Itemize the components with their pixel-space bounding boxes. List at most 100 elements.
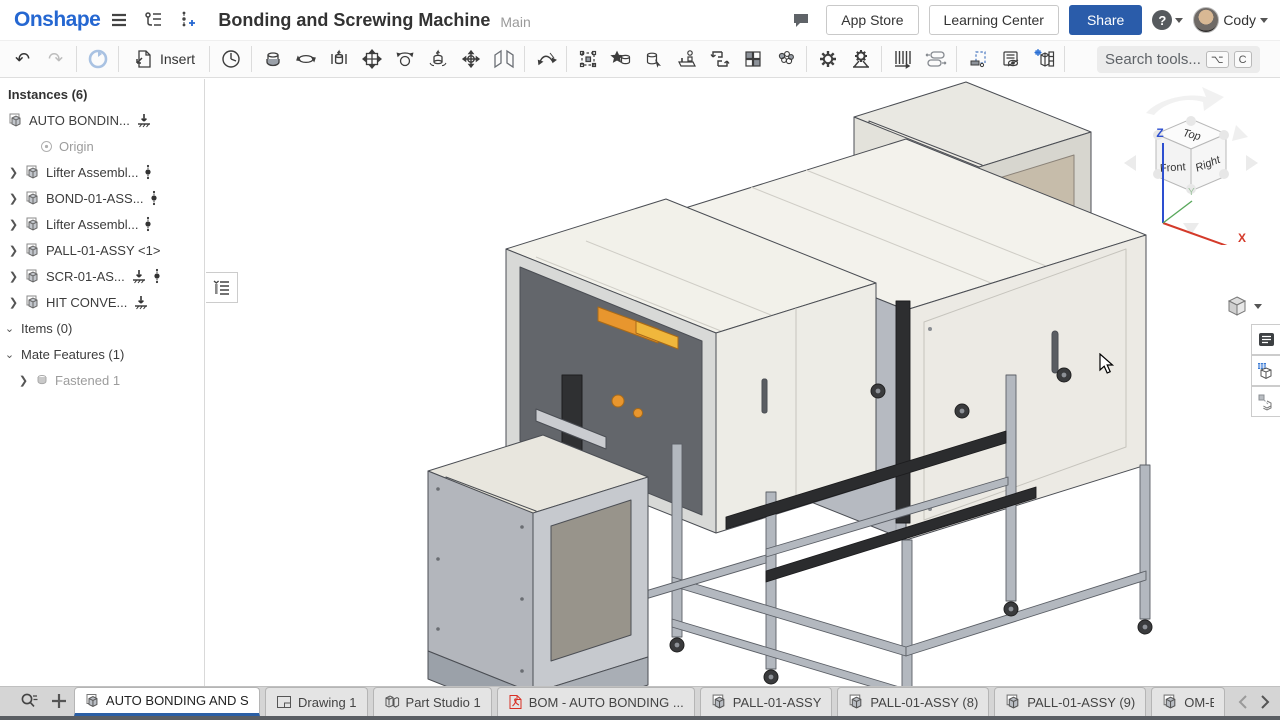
assembly-tab-icon xyxy=(1162,694,1178,710)
parallel-mate-icon[interactable] xyxy=(454,44,487,74)
expand-chevron-icon[interactable]: ❯ xyxy=(8,244,19,257)
fixed-icon xyxy=(133,295,149,310)
tab-bom-pdf[interactable]: BOM - AUTO BONDING ... xyxy=(497,687,695,716)
axis-z-label: Z xyxy=(1156,126,1163,140)
origin-row[interactable]: Origin xyxy=(0,133,204,159)
mate-icon[interactable] xyxy=(214,44,247,74)
ball-mate-icon[interactable] xyxy=(388,44,421,74)
tab-pall-01-assy-8[interactable]: PALL-01-ASSY (8) xyxy=(837,687,989,716)
view-cube[interactable]: Top Front Right Z X Y xyxy=(1116,85,1266,245)
tab-pall-01-assy[interactable]: PALL-01-ASSY xyxy=(700,687,833,716)
tab-part-studio-1[interactable]: Part Studio 1 xyxy=(373,687,492,716)
main-menu-icon[interactable] xyxy=(104,5,134,35)
fastened-mate-icon[interactable] xyxy=(256,44,289,74)
help-menu[interactable]: ? xyxy=(1152,10,1183,30)
header: Onshape Bonding and Screwing Machine Mai… xyxy=(0,0,1280,40)
expand-chevron-icon[interactable]: ❯ xyxy=(8,270,19,283)
document-tab-bar: AUTO BONDING AND S... Drawing 1 Part Stu… xyxy=(0,686,1280,716)
configurations-icon[interactable] xyxy=(736,44,769,74)
slider-mate-icon[interactable] xyxy=(322,44,355,74)
revolute-mate-icon[interactable] xyxy=(289,44,322,74)
bom-table-icon[interactable] xyxy=(1027,44,1060,74)
mate-feature-row[interactable]: ❯ Fastened 1 xyxy=(0,367,204,393)
instance-row-bond[interactable]: ❯ BOND-01-ASS... xyxy=(0,185,204,211)
tab-assembly-main[interactable]: AUTO BONDING AND S... xyxy=(74,687,260,716)
simulation-icon[interactable] xyxy=(844,44,877,74)
mate-relation-icon[interactable] xyxy=(529,44,562,74)
user-menu[interactable]: Cody xyxy=(1193,7,1268,33)
share-button[interactable]: Share xyxy=(1069,5,1142,35)
named-positions-icon[interactable] xyxy=(670,44,703,74)
assembly-tab-icon xyxy=(848,694,864,710)
instance-row-hit[interactable]: ❯ HIT CONVE... xyxy=(0,289,204,315)
expand-chevron-icon[interactable]: ❯ xyxy=(8,218,19,231)
tabs-scroll-left-button[interactable] xyxy=(1232,690,1254,714)
instance-row-lifter-1[interactable]: ❯ Lifter Assembl... xyxy=(0,159,204,185)
section-view-icon[interactable] xyxy=(961,44,994,74)
view-mode-button[interactable] xyxy=(1226,295,1262,317)
items-section[interactable]: ⌄ Items (0) xyxy=(0,315,204,341)
tab-pall-01-assy-9[interactable]: PALL-01-ASSY (9) xyxy=(994,687,1146,716)
instances-panel-toggle[interactable] xyxy=(206,272,238,303)
undo-icon[interactable]: ↶ xyxy=(6,44,39,74)
fixed-icon xyxy=(136,113,152,128)
axis-y-label: Y xyxy=(1188,187,1195,198)
expand-chevron-icon[interactable]: ❯ xyxy=(18,374,29,387)
branch-icon[interactable] xyxy=(172,5,202,35)
user-name-label: Cody xyxy=(1223,12,1256,28)
replicate-icon[interactable] xyxy=(604,44,637,74)
learning-center-button[interactable]: Learning Center xyxy=(929,5,1059,35)
user-caret-icon xyxy=(1260,18,1268,23)
versions-icon[interactable] xyxy=(138,5,168,35)
assembly-icon xyxy=(25,269,40,284)
cylindrical-mate-icon[interactable] xyxy=(421,44,454,74)
right-panel-dock xyxy=(1251,324,1280,417)
insert-button[interactable]: Insert xyxy=(123,44,205,74)
expand-chevron-icon[interactable]: ❯ xyxy=(8,296,19,309)
graphics-area[interactable]: Top Front Right Z X Y xyxy=(206,79,1280,686)
tab-drawing-1[interactable]: Drawing 1 xyxy=(265,687,368,716)
search-tabs-button[interactable] xyxy=(14,687,44,715)
appearances-icon[interactable] xyxy=(769,44,802,74)
avatar[interactable] xyxy=(1193,7,1219,33)
app-store-button[interactable]: App Store xyxy=(826,5,918,35)
pattern-select-icon[interactable] xyxy=(637,44,670,74)
create-tab-button[interactable] xyxy=(44,687,74,715)
mate-features-section[interactable]: ⌄ Mate Features (1) xyxy=(0,341,204,367)
instance-row-scr[interactable]: ❯ SCR-01-AS... xyxy=(0,263,204,289)
onshape-logo[interactable]: Onshape xyxy=(14,8,100,32)
feature-list-panel-button[interactable] xyxy=(1251,324,1280,355)
instances-header: Instances (6) xyxy=(0,81,204,107)
comments-icon[interactable] xyxy=(786,5,816,35)
origin-icon xyxy=(40,140,53,153)
assembly-icon xyxy=(25,191,40,206)
shortcut-key-option: ⌥ xyxy=(1206,51,1229,68)
linear-pattern-icon[interactable] xyxy=(886,44,919,74)
redo-icon[interactable]: ↷ xyxy=(39,44,72,74)
collapse-chevron-icon[interactable]: ⌄ xyxy=(4,348,15,361)
tabs-scroll-right-button[interactable] xyxy=(1254,690,1276,714)
group-icon[interactable] xyxy=(571,44,604,74)
instance-row-root[interactable]: AUTO BONDIN... xyxy=(0,107,204,133)
in-context-icon[interactable] xyxy=(703,44,736,74)
planar-mate-icon[interactable] xyxy=(355,44,388,74)
workspace-name[interactable]: Main xyxy=(500,14,530,30)
instance-row-lifter-2[interactable]: ❯ Lifter Assembl... xyxy=(0,211,204,237)
expand-chevron-icon[interactable]: ❯ xyxy=(8,166,19,179)
toggle-instances-icon[interactable] xyxy=(919,44,952,74)
search-tools-input[interactable]: Search tools... ⌥ C xyxy=(1097,46,1260,73)
instances-panel: Instances (6) AUTO BONDIN... Origin ❯ Li… xyxy=(0,79,205,686)
tab-om-b[interactable]: OM-B xyxy=(1151,687,1225,716)
collapse-chevron-icon[interactable]: ⌄ xyxy=(4,322,15,335)
help-icon[interactable]: ? xyxy=(1152,10,1172,30)
bom-panel-button[interactable] xyxy=(1251,355,1280,386)
mate-connector-icon xyxy=(144,164,152,180)
instance-row-pall[interactable]: ❯ PALL-01-ASSY <1> xyxy=(0,237,204,263)
insertables-panel-button[interactable] xyxy=(1251,386,1280,417)
hidden-instances-icon[interactable] xyxy=(994,44,1027,74)
expand-chevron-icon[interactable]: ❯ xyxy=(8,192,19,205)
axis-x-label: X xyxy=(1238,231,1246,245)
update-icon[interactable] xyxy=(81,44,114,74)
manage-gear-icon[interactable] xyxy=(811,44,844,74)
tangent-mate-icon[interactable] xyxy=(487,44,520,74)
